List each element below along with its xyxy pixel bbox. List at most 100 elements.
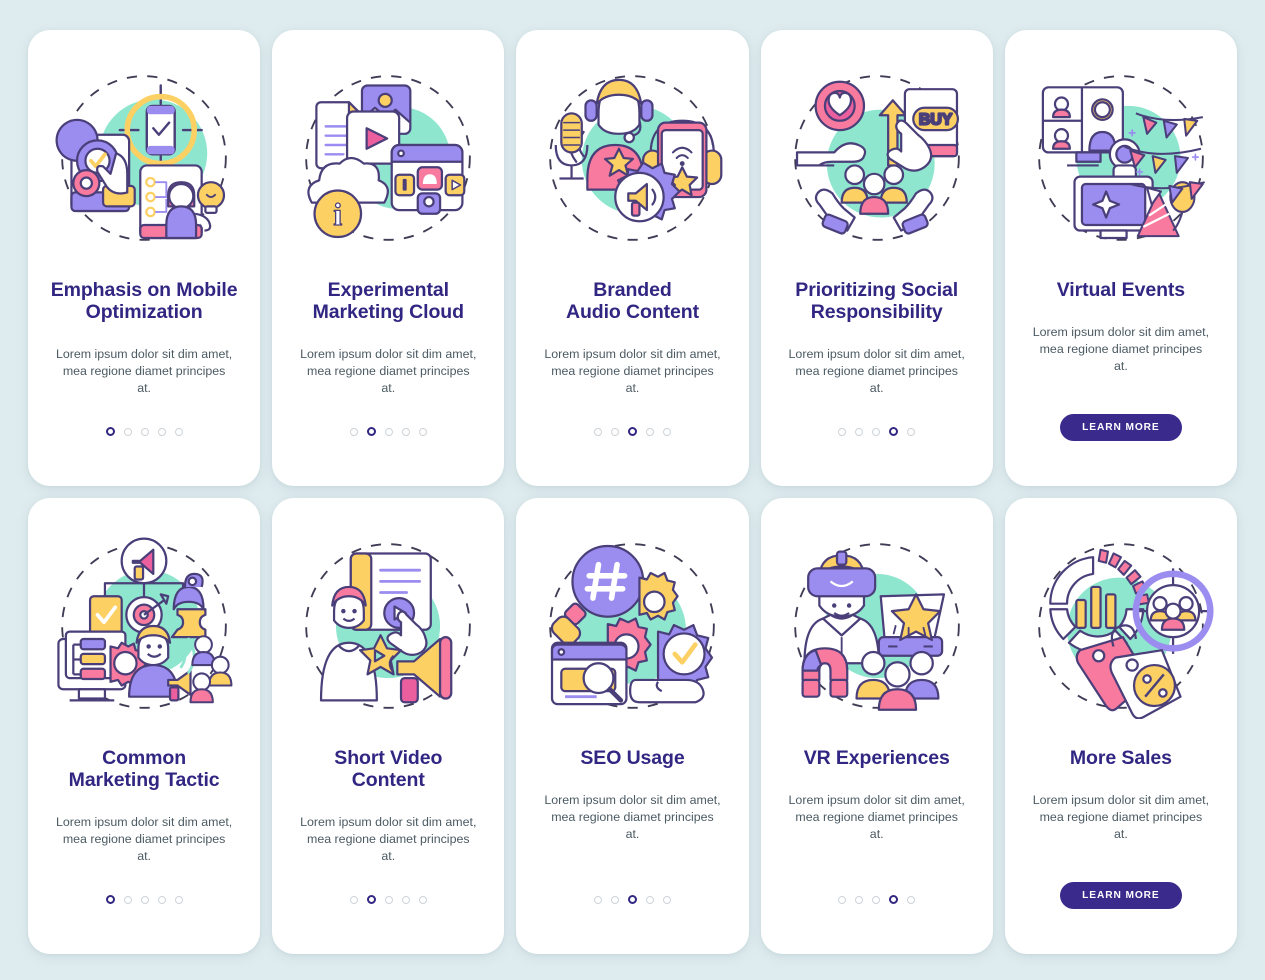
pagination-dot-5[interactable]: [418, 427, 427, 436]
pagination-dot-4[interactable]: [157, 427, 166, 436]
pagination-dot-5[interactable]: [418, 895, 427, 904]
pagination-dot-5[interactable]: [662, 427, 671, 436]
more-sales-illustration: [1038, 543, 1214, 719]
pagination-dot-3[interactable]: [140, 895, 149, 904]
onboarding-card-virtual-events[interactable]: Virtual Events Lorem ipsum dolor sit dim…: [1004, 30, 1237, 486]
pagination-dot-3[interactable]: [384, 427, 393, 436]
card-title: Short Video Content: [334, 747, 443, 791]
onboarding-card-more-sales[interactable]: More Sales Lorem ipsum dolor sit dim ame…: [1004, 498, 1237, 954]
onboarding-card-seo-usage[interactable]: SEO Usage Lorem ipsum dolor sit dim amet…: [516, 498, 749, 954]
card-description: Lorem ipsum dolor sit dim amet, mea regi…: [788, 346, 965, 395]
card-description: Lorem ipsum dolor sit dim amet, mea regi…: [1032, 324, 1210, 373]
illustration-wrapper: [1019, 60, 1223, 256]
pagination-dot-4[interactable]: [157, 895, 166, 904]
social-responsibility-illustration: BUY: [793, 75, 960, 241]
pagination-dot-1[interactable]: [838, 427, 847, 436]
pagination-dot-1[interactable]: [838, 895, 847, 904]
pagination-dot-4[interactable]: [889, 427, 899, 436]
illustration-wrapper: [286, 528, 490, 724]
pagination-dot-3[interactable]: [627, 427, 637, 436]
pagination-dots[interactable]: [838, 427, 916, 436]
card-title: Virtual Events: [1056, 279, 1186, 301]
svg-text:i: i: [403, 178, 407, 193]
pagination-dot-1[interactable]: [349, 895, 358, 904]
pagination-dot-2[interactable]: [366, 427, 376, 436]
illustration-wrapper: [42, 60, 246, 256]
pagination-dots[interactable]: [593, 427, 671, 436]
card-description: Lorem ipsum dolor sit dim amet, mea regi…: [55, 346, 233, 395]
seo-usage-illustration: [549, 543, 716, 709]
pagination-dot-4[interactable]: [889, 895, 899, 904]
card-title: Experimental Marketing Cloud: [312, 279, 464, 323]
card-title: SEO Usage: [580, 747, 685, 769]
pagination-dots[interactable]: [349, 427, 427, 436]
onboarding-card-mobile-optimization[interactable]: Emphasis on Mobile Optimization Lorem ip…: [28, 30, 261, 486]
pagination-dot-4[interactable]: [401, 895, 410, 904]
onboarding-card-short-video[interactable]: Short Video Content Lorem ipsum dolor si…: [272, 498, 505, 954]
learn-more-button[interactable]: LEARN MORE: [1060, 882, 1182, 909]
pagination-dot-2[interactable]: [123, 895, 132, 904]
pagination-dot-3[interactable]: [872, 427, 881, 436]
pagination-dot-2[interactable]: [610, 427, 619, 436]
card-title: VR Experiences: [803, 747, 950, 769]
onboarding-screens-board: Emphasis on Mobile Optimization Lorem ip…: [0, 0, 1265, 980]
pagination-dot-3[interactable]: [140, 427, 149, 436]
onboarding-card-vr-experiences[interactable]: VR Experiences Lorem ipsum dolor sit dim…: [760, 498, 993, 954]
pagination-dot-2[interactable]: [366, 895, 376, 904]
pagination-dot-1[interactable]: [105, 895, 115, 904]
pagination-dot-2[interactable]: [855, 895, 864, 904]
card-description: Lorem ipsum dolor sit dim amet, mea regi…: [544, 346, 721, 395]
illustration-wrapper: [42, 528, 246, 724]
marketing-cloud-illustration: i i: [305, 75, 472, 241]
pagination-dot-3[interactable]: [627, 895, 637, 904]
pagination-dot-4[interactable]: [645, 895, 654, 904]
pagination-dot-3[interactable]: [384, 895, 393, 904]
learn-more-button[interactable]: LEARN MORE: [1060, 414, 1182, 441]
onboarding-card-social-responsibility[interactable]: BUY Prioritizing Social Responsibility L…: [760, 30, 993, 486]
illustration-wrapper: i i: [286, 60, 490, 256]
pagination-dot-5[interactable]: [174, 895, 183, 904]
pagination-dot-3[interactable]: [872, 895, 881, 904]
illustration-wrapper: [530, 60, 734, 256]
pagination-dot-1[interactable]: [593, 427, 602, 436]
illustration-wrapper: [775, 528, 979, 724]
pagination-dot-2[interactable]: [123, 427, 132, 436]
buy-label: BUY: [919, 112, 953, 129]
pagination-dots[interactable]: [105, 427, 183, 436]
card-title: More Sales: [1069, 747, 1172, 769]
onboarding-card-branded-audio[interactable]: Branded Audio Content Lorem ipsum dolor …: [516, 30, 749, 486]
illustration-wrapper: [530, 528, 734, 724]
card-title: Emphasis on Mobile Optimization: [50, 279, 238, 323]
illustration-wrapper: BUY: [775, 60, 979, 256]
card-title: Branded Audio Content: [565, 279, 699, 323]
pagination-dot-2[interactable]: [855, 427, 864, 436]
onboarding-card-marketing-cloud[interactable]: i i Experimental Marketing Cloud Lorem i…: [272, 30, 505, 486]
marketing-tactic-illustration: [57, 537, 233, 709]
pagination-dots[interactable]: [593, 895, 671, 904]
pagination-dot-5[interactable]: [907, 427, 916, 436]
pagination-dots[interactable]: [838, 895, 916, 904]
card-title: Prioritizing Social Responsibility: [795, 279, 959, 323]
card-description: Lorem ipsum dolor sit dim amet, mea regi…: [300, 814, 477, 863]
card-title: Common Marketing Tactic: [68, 747, 220, 791]
vr-experiences-illustration: [793, 543, 960, 711]
card-description: Lorem ipsum dolor sit dim amet, mea regi…: [544, 792, 721, 841]
pagination-dot-1[interactable]: [593, 895, 602, 904]
pagination-dot-4[interactable]: [645, 427, 654, 436]
pagination-dots[interactable]: [349, 895, 427, 904]
pagination-dot-5[interactable]: [174, 427, 183, 436]
short-video-illustration: [305, 543, 472, 709]
pagination-dots[interactable]: [105, 895, 183, 904]
pagination-dot-1[interactable]: [349, 427, 358, 436]
pagination-dot-5[interactable]: [662, 895, 671, 904]
pagination-dot-2[interactable]: [610, 895, 619, 904]
card-description: Lorem ipsum dolor sit dim amet, mea regi…: [300, 346, 477, 395]
card-description: Lorem ipsum dolor sit dim amet, mea regi…: [1032, 792, 1210, 841]
onboarding-card-marketing-tactic[interactable]: Common Marketing Tactic Lorem ipsum dolo…: [28, 498, 261, 954]
pagination-dot-1[interactable]: [105, 427, 115, 436]
pagination-dot-4[interactable]: [401, 427, 410, 436]
svg-text:i: i: [334, 197, 343, 232]
pagination-dot-5[interactable]: [907, 895, 916, 904]
branded-audio-illustration: [549, 75, 723, 241]
card-description: Lorem ipsum dolor sit dim amet, mea regi…: [788, 792, 965, 841]
